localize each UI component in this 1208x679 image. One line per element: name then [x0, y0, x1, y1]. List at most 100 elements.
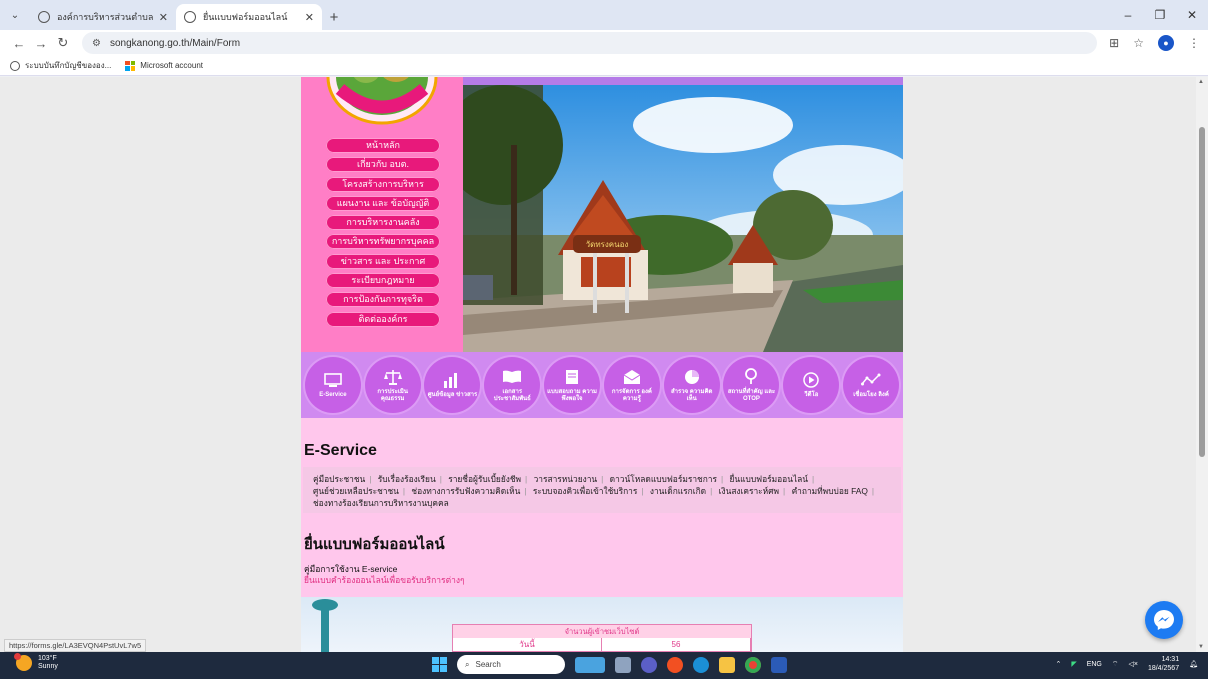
close-tab-icon[interactable]: ✕ [305, 11, 314, 24]
quick-link-documents[interactable]: เอกสาร ประชาสัมพันธ์ [484, 357, 541, 413]
weather-widget[interactable]: 103°F Sunny [14, 653, 58, 671]
visitor-counter-value: 56 [602, 638, 751, 652]
link-separator: | [871, 486, 875, 496]
file-explorer-icon[interactable] [719, 656, 735, 673]
scroll-up-icon[interactable]: ▲ [1198, 79, 1204, 85]
link-journal[interactable]: วารสารหน่วยงาน [534, 474, 598, 484]
link-faq[interactable]: คำถามที่พบบ่อย FAQ [792, 486, 868, 496]
firefox-icon[interactable] [667, 656, 683, 673]
menu-news[interactable]: ข่าวสาร และ ประกาศ [326, 253, 440, 269]
task-view-icon[interactable] [615, 656, 631, 673]
menu-home[interactable]: หน้าหลัก [326, 138, 440, 153]
menu-kebab-icon[interactable]: ⋮ [1188, 36, 1200, 50]
menu-regulations[interactable]: ระเบียบกฎหมาย [326, 273, 440, 289]
link-newborn[interactable]: งานเด็กแรกเกิด [650, 486, 706, 496]
quick-link-places-otop[interactable]: สถานที่สำคัญ และ OTOP [723, 357, 780, 413]
link-funeral-aid[interactable]: เงินสงเคราะห์ศพ [719, 486, 779, 496]
page-scrollbar[interactable]: ▲ ▼ [1196, 77, 1208, 652]
link-separator: | [402, 486, 406, 496]
quick-link-info-center[interactable]: ศูนย์ข้อมูล ข่าวสาร [424, 357, 481, 413]
reload-icon[interactable]: ↻ [52, 35, 74, 51]
menu-finance[interactable]: การบริหารงานคลัง [326, 215, 440, 231]
close-window-icon[interactable]: ✕ [1176, 0, 1208, 30]
minimize-icon[interactable]: – [1112, 0, 1144, 30]
back-icon[interactable]: ← [8, 36, 30, 51]
link-feedback-channel[interactable]: ช่องทางการรับฟังความคิดเห็น [411, 486, 520, 496]
menu-plans[interactable]: แผนงาน และ ข้อบัญญัติ [326, 195, 440, 211]
online-request-link[interactable]: ยื่นแบบคำร้องออนไลน์เพื่อขอรับบริการต่าง… [304, 573, 465, 587]
quick-link-ethics[interactable]: การประเมิน คุณธรรม [364, 357, 421, 413]
chevron-up-icon[interactable]: ⌃ [1055, 660, 1061, 668]
word-icon[interactable] [771, 656, 787, 673]
link-download-forms[interactable]: ดาวน์โหลดแบบฟอร์มราชการ [610, 474, 717, 484]
chrome-icon[interactable] [745, 656, 761, 673]
teams-icon[interactable] [641, 656, 657, 673]
scrollbar-thumb[interactable] [1199, 127, 1205, 457]
link-allowance-list[interactable]: รายชื่อผู้รับเบี้ยยังชีพ [448, 474, 521, 484]
menu-anticorruption[interactable]: การป้องกันการทุจริต [326, 292, 440, 308]
link-online-form[interactable]: ยื่นแบบฟอร์มออนไลน์ [730, 474, 809, 484]
tab-search-icon[interactable]: ⌄ [0, 0, 30, 30]
address-bar[interactable]: ⚙ songkanong.go.th/Main/Form [82, 32, 1098, 54]
notification-bell-icon[interactable]: 🔔︎ [1189, 660, 1198, 668]
bookmark-star-icon[interactable]: ☆ [1133, 36, 1144, 50]
new-tab-button[interactable]: + [322, 4, 346, 30]
link-help-center[interactable]: ศูนย์ช่วยเหลือประชาชน [313, 486, 399, 496]
language-indicator[interactable]: ENG [1087, 661, 1102, 668]
monitor-icon [323, 371, 343, 389]
scenery-widget-icon[interactable] [575, 656, 605, 673]
url-text: songkanong.go.th/Main/Form [109, 37, 241, 49]
menu-hr[interactable]: การบริหารทรัพยากรบุคคล [326, 234, 440, 250]
windows-start-icon[interactable] [432, 657, 447, 672]
clock-time: 14:31 [1161, 656, 1180, 663]
link-separator: | [641, 486, 644, 496]
pie-chart-icon [682, 368, 702, 386]
messenger-chat-button[interactable] [1145, 601, 1183, 639]
tab-2-active[interactable]: ยื่นแบบฟอร์มออนไลน์ ✕ [176, 4, 322, 30]
bookmarks-bar: ระบบบันทึกบัญชีขององ... Microsoft accoun… [0, 56, 1208, 76]
link-citizen-manual[interactable]: คู่มือประชาชน [313, 474, 365, 484]
quick-link-survey[interactable]: แบบสอบถาม ความพึงพอใจ [544, 357, 601, 413]
quick-link-knowledge[interactable]: การจัดการ องค์ความรู้ [603, 357, 660, 413]
volume-icon[interactable]: ◁× [1128, 660, 1137, 668]
quick-link-opinion[interactable]: สำรวจ ความคิดเห็น [663, 357, 720, 413]
map-pin-icon [741, 367, 761, 386]
profile-avatar[interactable]: ● [1158, 35, 1174, 51]
bottom-banner: จำนวนผู้เข้าชมเว็บไซต์ วันนี้ 56 [301, 597, 903, 652]
menu-structure[interactable]: โครงสร้างการบริหาร [326, 176, 440, 192]
forward-icon[interactable]: → [30, 36, 52, 51]
link-queue-booking[interactable]: ระบบจองคิวเพื่อเข้าใช้บริการ [533, 486, 638, 496]
visitor-counter-label: วันนี้ [453, 638, 602, 652]
quick-link-links[interactable]: เชื่อมโยง ลิงค์ [843, 357, 900, 413]
restore-icon[interactable]: ❐ [1144, 0, 1176, 30]
clock[interactable]: 14:31 18/4/2567 [1148, 655, 1179, 673]
app-tray-icon[interactable]: ◤ [1071, 660, 1076, 668]
link-hr-complaints[interactable]: ช่องทางร้องเรียนการบริหารงานบุคคล [313, 498, 449, 508]
weather-condition: Sunny [38, 663, 58, 670]
link-separator: | [710, 486, 713, 496]
taskbar-search[interactable]: ⌕ Search [457, 655, 565, 674]
bookmark-item[interactable]: ระบบบันทึกบัญชีขององ... [10, 59, 111, 72]
link-complaints[interactable]: รับเรื่องร้องเรียน [378, 474, 436, 484]
quick-link-eservice[interactable]: E-Service [304, 357, 361, 413]
quick-link-label: แบบสอบถาม ความพึงพอใจ [547, 388, 598, 402]
quick-link-label: วีดีโอ [804, 392, 819, 398]
site-info-icon[interactable]: ⚙ [92, 38, 101, 49]
translate-icon[interactable]: ⊞ [1109, 36, 1119, 50]
visitor-counter: จำนวนผู้เข้าชมเว็บไซต์ วันนี้ 56 [452, 624, 752, 652]
quick-icon-row: E-Service การประเมิน คุณธรรม ศูนย์ข้อมูล… [301, 352, 903, 418]
edge-icon[interactable] [693, 656, 709, 673]
wifi-icon[interactable]: ⌔ [1112, 660, 1119, 669]
book-icon [502, 368, 522, 386]
quick-link-video[interactable]: วีดีโอ [783, 357, 840, 413]
scroll-down-icon[interactable]: ▼ [1198, 644, 1204, 650]
menu-contact[interactable]: ติดต่อองค์กร [326, 311, 440, 327]
link-separator: | [812, 474, 815, 484]
link-separator: | [525, 474, 528, 484]
tab-1[interactable]: องค์การบริหารส่วนตำบลทรงคนอง ✕ [30, 4, 176, 30]
play-icon [801, 371, 821, 389]
menu-about[interactable]: เกี่ยวกับ อบต. [326, 157, 440, 173]
search-icon: ⌕ [465, 659, 470, 669]
bookmark-item[interactable]: Microsoft account [125, 60, 203, 71]
close-tab-icon[interactable]: ✕ [159, 11, 168, 24]
